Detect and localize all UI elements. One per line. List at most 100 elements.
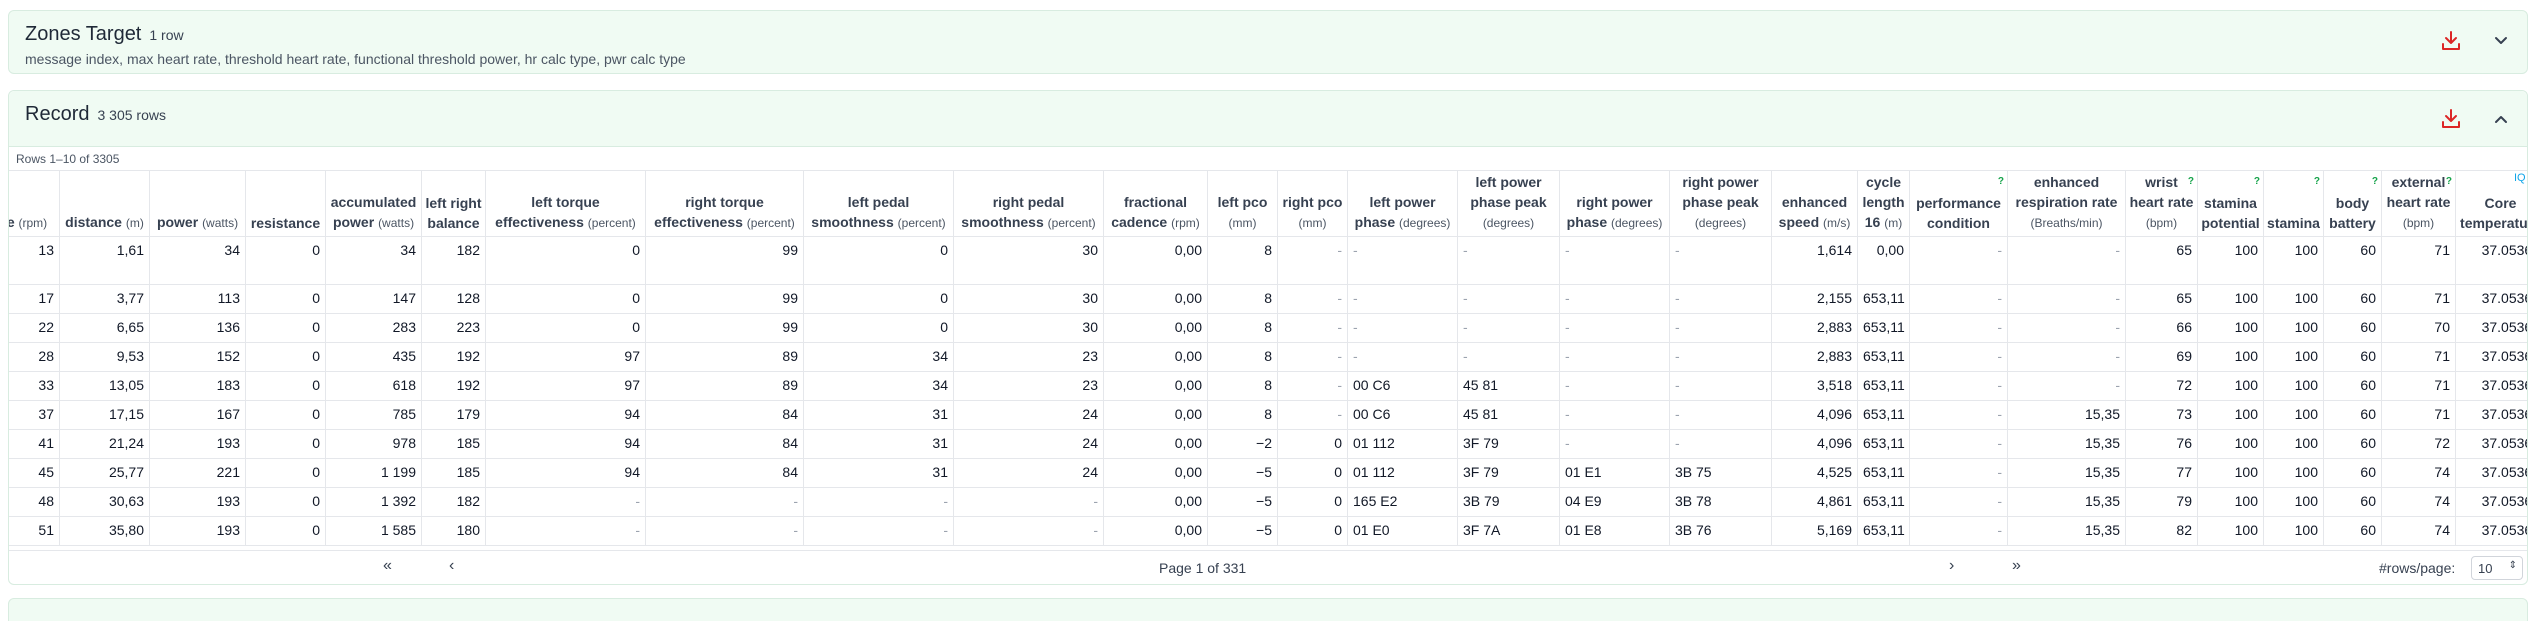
column-header[interactable]: right torque effectiveness (percent) xyxy=(645,170,804,237)
chevron-down-icon[interactable] xyxy=(2491,31,2511,51)
column-header[interactable]: external heart rate (bpm)? xyxy=(2381,170,2456,237)
column-header[interactable]: enhanced respiration rate (Breaths/min) xyxy=(2007,170,2126,237)
column-header[interactable]: right pedal smoothness (percent) xyxy=(953,170,1104,237)
zones-target-title[interactable]: Zones Target 1 row xyxy=(25,23,184,46)
table-cell: 84 xyxy=(645,429,804,459)
column-header[interactable]: performance condition? xyxy=(1909,170,2008,237)
table-cell: - xyxy=(1347,313,1458,343)
column-header[interactable]: left pedal smoothness (percent) xyxy=(803,170,954,237)
table-cell: 653,11 xyxy=(1857,371,1910,401)
column-header[interactable]: enhanced speed (m/s) xyxy=(1771,170,1858,237)
table-row[interactable]: 48 30,63 193 0 1 392 182- - - -0,00 −5 0 165 E2 3B 7… xyxy=(9,487,2527,517)
column-header[interactable]: power (watts) xyxy=(149,170,246,237)
next-page-button[interactable]: › xyxy=(1949,557,1954,575)
column-header[interactable]: left right balance xyxy=(421,170,486,237)
table-cell: - xyxy=(1909,400,2008,430)
table-cell: 0,00 xyxy=(1103,400,1208,430)
table-row[interactable]: 37 17,15 167 0 785 179 94 84 31 24 0,00 8-00 C6 45 8… xyxy=(9,400,2527,430)
column-header-unit: (percent) xyxy=(897,216,946,230)
table-cell: 23 xyxy=(953,371,1104,401)
next-panel[interactable] xyxy=(8,598,2528,621)
chevron-up-icon[interactable] xyxy=(2491,109,2511,129)
help-icon[interactable]: ? xyxy=(2446,172,2452,192)
table-cell: 0 xyxy=(245,487,326,517)
column-header-unit: (bpm) xyxy=(2145,216,2178,230)
table-cell: 1,61 xyxy=(59,236,150,285)
table-cell: - xyxy=(1909,313,2008,343)
page-indicator: Page 1 of 331 xyxy=(1159,560,1247,576)
table-cell: 00 C6 xyxy=(1347,400,1458,430)
table-cell: - xyxy=(2007,284,2126,314)
column-header[interactable]: accumulated power (watts) xyxy=(325,170,422,237)
column-header[interactable]: right power phase peak (degrees) xyxy=(1669,170,1772,237)
column-header[interactable]: resistance xyxy=(245,170,326,237)
column-header-unit: (watts) xyxy=(202,216,239,230)
table-cell: 37.05363 xyxy=(2455,429,2527,459)
table-cell: 89 xyxy=(645,371,804,401)
column-header[interactable]: left power phase (degrees) xyxy=(1347,170,1458,237)
prev-page-button[interactable]: ‹ xyxy=(449,557,454,575)
record-header[interactable]: Record 3 305 rows xyxy=(9,91,2527,147)
table-cell: 28 xyxy=(9,342,60,372)
table-cell: 100 xyxy=(2263,458,2324,488)
help-icon[interactable]: ? xyxy=(1998,172,2004,192)
help-icon[interactable]: ? xyxy=(2254,172,2260,192)
table-cell: 100 xyxy=(2197,236,2264,285)
column-header-label: body battery xyxy=(2329,195,2376,231)
column-header-unit: (percent) xyxy=(587,216,636,230)
table-row[interactable]: 13 1,61 34 0 34 182 0 99 0 30 0,00 8- - - - -1,614 0,00-… xyxy=(9,236,2527,285)
select-arrows-icon: ⇕ xyxy=(2508,560,2517,571)
column-header[interactable]: right power phase (degrees) xyxy=(1559,170,1670,237)
first-page-button[interactable]: « xyxy=(383,557,392,575)
record-table-container[interactable]: e (rpm)distance (m)power (watts)resistan… xyxy=(9,170,2527,550)
table-cell: 9,53 xyxy=(59,342,150,372)
column-header[interactable]: right pco (mm) xyxy=(1277,170,1348,237)
help-icon[interactable]: ? xyxy=(2314,172,2320,192)
table-cell: 15,35 xyxy=(2007,516,2126,546)
table-cell: 0 xyxy=(1277,487,1348,517)
column-header[interactable]: Core temperature xyxy=(2455,170,2527,237)
column-header[interactable]: fractional cadence (rpm) xyxy=(1103,170,1208,237)
table-row[interactable]: 41 21,24 193 0 978 185 94 84 31 24 0,00 −2 0 01 112 3F… xyxy=(9,429,2527,459)
column-header[interactable]: stamina? xyxy=(2263,170,2324,237)
table-row[interactable]: 17 3,77 113 0 147 128 0 99 0 30 0,00 8- - - - -2,155 653… xyxy=(9,284,2527,314)
table-cell: 8 xyxy=(1207,342,1278,372)
column-header[interactable]: distance (m) xyxy=(59,170,150,237)
download-icon[interactable] xyxy=(2439,29,2463,53)
table-cell: 01 E0 xyxy=(1347,516,1458,546)
last-page-button[interactable]: » xyxy=(2012,557,2021,575)
record-title[interactable]: Record 3 305 rows xyxy=(25,103,166,126)
column-header[interactable]: cycle length 16 (m) xyxy=(1857,170,1910,237)
column-header[interactable]: e (rpm) xyxy=(9,170,60,237)
column-header[interactable]: left torque effectiveness (percent) xyxy=(485,170,646,237)
table-cell: 37 xyxy=(9,400,60,430)
table-row[interactable]: 33 13,05 183 0 618 192 97 89 34 23 0,00 8-00 C6 45 8… xyxy=(9,371,2527,401)
help-icon[interactable]: ? xyxy=(2372,172,2378,192)
table-row[interactable]: 22 6,65 136 0 283 223 0 99 0 30 0,00 8- - - - -2,883 653… xyxy=(9,313,2527,343)
column-header[interactable]: stamina potential? xyxy=(2197,170,2264,237)
table-cell: 45 xyxy=(9,458,60,488)
help-icon[interactable]: ? xyxy=(2188,172,2194,192)
table-row[interactable]: 45 25,77 221 0 1 199 185 94 84 31 24 0,00 −5 0 01 112… xyxy=(9,458,2527,488)
table-cell: 0 xyxy=(1277,516,1348,546)
column-header[interactable]: left pco (mm) xyxy=(1207,170,1278,237)
download-icon[interactable] xyxy=(2439,107,2463,131)
table-cell: 37.05363 xyxy=(2455,516,2527,546)
column-header[interactable]: body battery? xyxy=(2323,170,2382,237)
table-cell: 100 xyxy=(2197,284,2264,314)
pagination-bar: « ‹ Page 1 of 331 › » #rows/page: 10 ⇕ xyxy=(9,550,2527,584)
rows-per-page-select[interactable]: 10 ⇕ xyxy=(2471,556,2523,580)
table-row[interactable]: 28 9,53 152 0 435 192 97 89 34 23 0,00 8- - - - -2,883 6… xyxy=(9,342,2527,372)
table-cell: 73 xyxy=(2125,400,2198,430)
table-cell: 15,35 xyxy=(2007,487,2126,517)
table-row[interactable]: 51 35,80 193 0 1 585 180- - - -0,00 −5 0 01 E0 3F 7A… xyxy=(9,516,2527,546)
table-cell: 147 xyxy=(325,284,422,314)
table-cell: 183 xyxy=(149,371,246,401)
table-cell: - xyxy=(1559,284,1670,314)
table-cell: 37.05363 xyxy=(2455,236,2527,285)
column-header[interactable]: wrist heart rate (bpm)? xyxy=(2125,170,2198,237)
column-header[interactable]: left power phase peak (degrees) xyxy=(1457,170,1560,237)
table-cell: - xyxy=(1277,313,1348,343)
table-cell: 4,525 xyxy=(1771,458,1858,488)
table-cell: - xyxy=(645,487,804,517)
